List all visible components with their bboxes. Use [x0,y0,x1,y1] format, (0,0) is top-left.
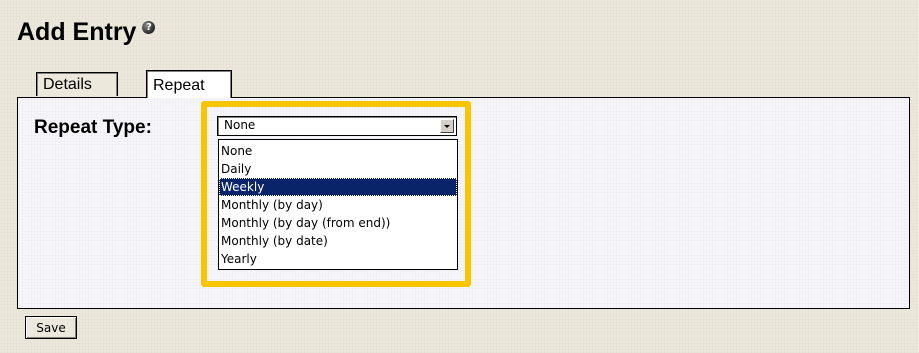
option-monthly-by-date[interactable]: Monthly (by date) [219,232,457,250]
save-button[interactable]: Save [25,316,77,339]
tab-details[interactable]: Details [36,72,118,96]
option-daily[interactable]: Daily [219,160,457,178]
tab-repeat-label: Repeat [153,77,205,94]
page-title: Add Entry ? [17,18,156,47]
repeat-type-dropdown: None Daily Weekly Monthly (by day) Month… [218,139,458,270]
page-title-text: Add Entry [17,18,137,46]
option-monthly-by-day[interactable]: Monthly (by day) [219,196,457,214]
repeat-type-selected-value: None [224,118,256,132]
tab-repeat[interactable]: Repeat [146,70,232,98]
help-icon[interactable]: ? [142,21,156,34]
option-yearly[interactable]: Yearly [219,250,457,268]
option-monthly-by-day-from-end[interactable]: Monthly (by day (from end)) [219,214,457,232]
repeat-type-select[interactable]: None [217,116,457,136]
tab-details-label: Details [43,76,92,93]
repeat-type-label: Repeat Type: [34,117,152,138]
chevron-down-icon[interactable] [440,119,454,133]
option-none[interactable]: None [219,142,457,160]
option-weekly[interactable]: Weekly [219,178,457,196]
